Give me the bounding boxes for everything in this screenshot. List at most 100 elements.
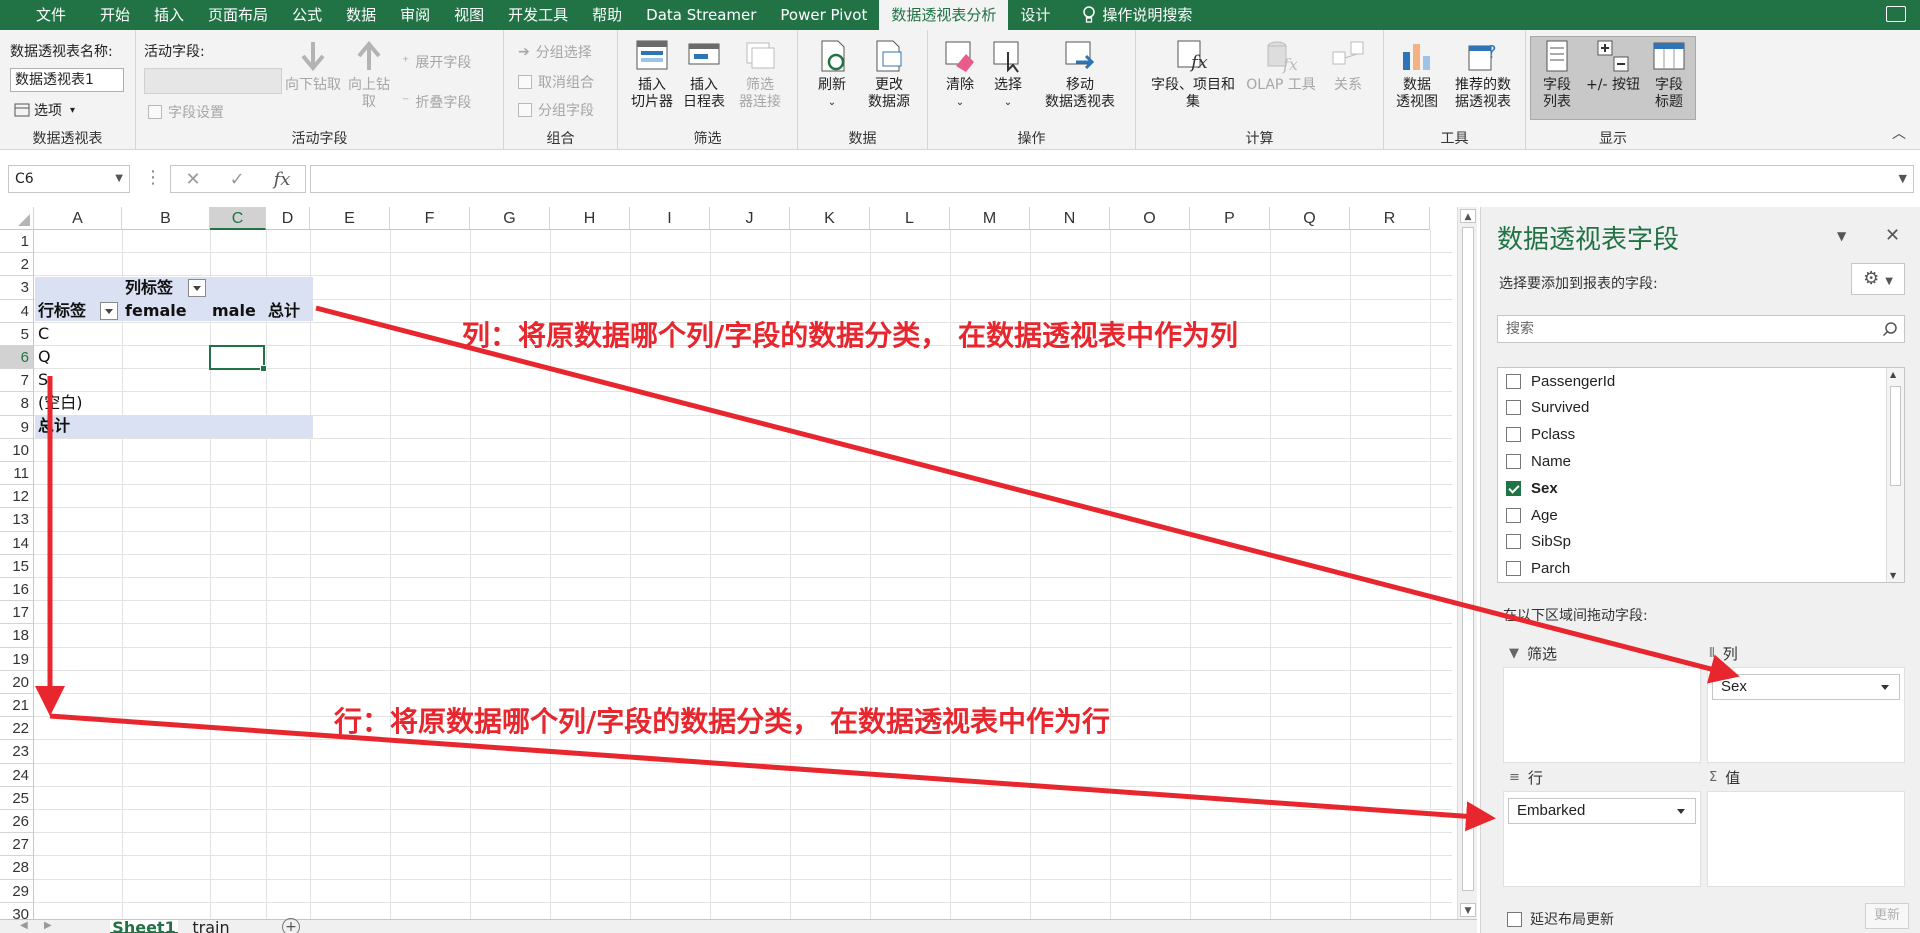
- select-button[interactable]: 选择 ⌄: [986, 38, 1030, 111]
- tab-developer[interactable]: 开发工具: [496, 0, 580, 30]
- tab-home[interactable]: 开始: [88, 0, 142, 30]
- cancel-entry-icon[interactable]: ✕: [185, 169, 200, 190]
- field-list-toggle[interactable]: 字段 列表: [1532, 38, 1582, 111]
- defer-checkbox[interactable]: [1507, 911, 1522, 927]
- tab-help[interactable]: 帮助: [580, 0, 634, 30]
- drill-down-button[interactable]: 向下钻取: [282, 38, 344, 94]
- clear-button[interactable]: 清除 ⌄: [938, 38, 982, 111]
- field-headers-toggle[interactable]: 字段 标题: [1644, 38, 1694, 111]
- plus-minus-buttons-toggle[interactable]: +/- 按钮: [1582, 38, 1644, 94]
- comments-icon[interactable]: [1886, 6, 1906, 22]
- rows-field-chip[interactable]: Embarked: [1508, 798, 1696, 824]
- column-header-l[interactable]: L: [870, 207, 950, 230]
- row-header-16[interactable]: 16: [0, 578, 34, 602]
- column-header-q[interactable]: Q: [1270, 207, 1350, 230]
- column-header-r[interactable]: R: [1350, 207, 1430, 230]
- column-header-c[interactable]: C: [210, 207, 266, 230]
- filter-connections-button[interactable]: 筛选 器连接: [730, 38, 790, 111]
- tab-power-pivot[interactable]: Power Pivot: [768, 0, 879, 30]
- defer-layout-option[interactable]: 延迟布局更新: [1507, 909, 1614, 929]
- column-header-f[interactable]: F: [390, 207, 470, 230]
- row-header-2[interactable]: 2: [0, 253, 34, 277]
- confirm-entry-icon[interactable]: ✓: [230, 169, 245, 190]
- ungroup-button[interactable]: 取消组合: [518, 72, 594, 92]
- row-header-27[interactable]: 27: [0, 833, 34, 857]
- row-header-20[interactable]: 20: [0, 670, 34, 694]
- selected-cell[interactable]: [209, 345, 267, 372]
- sheet-tab-sheet1[interactable]: Sheet1: [110, 920, 178, 933]
- row-header-11[interactable]: 11: [0, 462, 34, 486]
- field-item-passengerid[interactable]: PassengerId: [1506, 368, 1615, 394]
- row-header-21[interactable]: 21: [0, 694, 34, 718]
- rows-drop-area[interactable]: Embarked: [1503, 791, 1701, 887]
- options-button[interactable]: 选项 ▾: [14, 100, 75, 120]
- insert-timeline-button[interactable]: 插入 日程表: [678, 38, 730, 111]
- column-header-i[interactable]: I: [630, 207, 710, 230]
- active-field-input[interactable]: [144, 68, 282, 94]
- tab-scroll-left-icon[interactable]: ◀: [20, 920, 28, 931]
- column-header-a[interactable]: A: [34, 207, 122, 230]
- tab-formulas[interactable]: 公式: [280, 0, 334, 30]
- row-header-26[interactable]: 26: [0, 810, 34, 834]
- row-header-7[interactable]: 7: [0, 369, 34, 393]
- column-header-d[interactable]: D: [266, 207, 310, 230]
- field-checkbox[interactable]: [1506, 373, 1521, 389]
- field-item-pclass[interactable]: Pclass: [1506, 422, 1575, 448]
- column-header-k[interactable]: K: [790, 207, 870, 230]
- field-item-sex[interactable]: Sex: [1506, 475, 1558, 501]
- pane-options-chevron-icon[interactable]: ▼: [1837, 229, 1846, 243]
- row-header-28[interactable]: 28: [0, 856, 34, 880]
- column-header-o[interactable]: O: [1110, 207, 1190, 230]
- vertical-scrollbar[interactable]: ▲ ▼: [1457, 207, 1477, 919]
- row-header-10[interactable]: 10: [0, 438, 34, 462]
- field-list-scrollbar[interactable]: ▲ ▼: [1886, 368, 1904, 582]
- field-checkbox[interactable]: [1506, 453, 1521, 469]
- collapse-ribbon-icon[interactable]: ︿: [1892, 123, 1906, 143]
- change-source-button[interactable]: 更改 数据源: [856, 38, 922, 111]
- row-header-12[interactable]: 12: [0, 485, 34, 509]
- field-checkbox[interactable]: [1506, 561, 1521, 577]
- field-checkbox[interactable]: [1506, 534, 1521, 550]
- group-selection-button[interactable]: ➔ 分组选择: [518, 42, 592, 62]
- column-header-h[interactable]: H: [550, 207, 630, 230]
- row-header-15[interactable]: 15: [0, 554, 34, 578]
- column-header-j[interactable]: J: [710, 207, 790, 230]
- scroll-down-icon[interactable]: ▼: [1460, 903, 1476, 917]
- group-field-button[interactable]: 分组字段: [518, 100, 594, 120]
- update-button[interactable]: 更新: [1865, 903, 1909, 929]
- scroll-down-icon[interactable]: ▼: [1890, 571, 1896, 580]
- row-header-3[interactable]: 3: [0, 276, 34, 300]
- row-header-23[interactable]: 23: [0, 740, 34, 764]
- row-header-25[interactable]: 25: [0, 786, 34, 810]
- tab-scroll-right-icon[interactable]: ▶: [44, 920, 52, 931]
- field-checkbox[interactable]: [1506, 507, 1521, 523]
- close-pane-icon[interactable]: ✕: [1885, 225, 1900, 246]
- collapse-field-button[interactable]: ⁻ 折叠字段: [402, 92, 471, 112]
- olap-tools-button[interactable]: fx OLAP 工具: [1242, 38, 1320, 94]
- row-header-4[interactable]: 4: [0, 299, 34, 323]
- tab-pivot-analyze[interactable]: 数据透视表分析: [879, 0, 1009, 30]
- tab-review[interactable]: 审阅: [388, 0, 442, 30]
- fields-items-sets-button[interactable]: fx 字段、项目和 集: [1146, 38, 1240, 111]
- field-item-parch[interactable]: Parch: [1506, 556, 1570, 582]
- column-header-b[interactable]: B: [122, 207, 210, 230]
- row-header-9[interactable]: 9: [0, 415, 34, 439]
- field-checkbox[interactable]: [1506, 427, 1521, 443]
- column-header-n[interactable]: N: [1030, 207, 1110, 230]
- values-drop-area[interactable]: [1707, 791, 1905, 887]
- chevron-down-icon[interactable]: ▼: [115, 166, 123, 192]
- insert-slicer-button[interactable]: 插入 切片器: [626, 38, 678, 111]
- row-header-22[interactable]: 22: [0, 717, 34, 741]
- formula-input[interactable]: ▼: [310, 165, 1914, 193]
- row-header-13[interactable]: 13: [0, 508, 34, 532]
- field-search-input[interactable]: 搜索: [1497, 315, 1905, 343]
- column-header-p[interactable]: P: [1190, 207, 1270, 230]
- row-header-6[interactable]: 6: [0, 346, 34, 370]
- column-header-g[interactable]: G: [470, 207, 550, 230]
- field-list-scroll-thumb[interactable]: [1890, 386, 1901, 486]
- columns-field-chip[interactable]: Sex: [1712, 674, 1900, 700]
- scroll-thumb[interactable]: [1462, 227, 1474, 891]
- pt-name-input[interactable]: 数据透视表1: [10, 68, 124, 92]
- refresh-button[interactable]: 刷新 ⌄: [810, 38, 854, 111]
- row-header-29[interactable]: 29: [0, 879, 34, 903]
